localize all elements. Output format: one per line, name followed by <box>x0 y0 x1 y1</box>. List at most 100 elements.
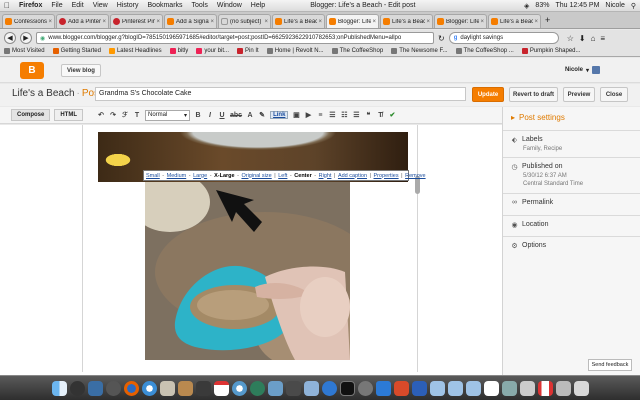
spotlight-icon[interactable]: ⚲ <box>631 2 636 10</box>
powerpoint-icon[interactable] <box>393 380 409 396</box>
apple-icon[interactable]:  <box>4 1 10 10</box>
link-button[interactable]: Link <box>270 111 289 119</box>
labels-section[interactable]: ⬖ Labels Family, Recipe <box>503 130 640 158</box>
close-icon[interactable]: × <box>534 19 538 25</box>
bookmark-item[interactable]: Pumpkin Shaped... <box>521 48 581 54</box>
new-tab-icon[interactable]: + <box>545 15 550 25</box>
numbered-list-icon[interactable]: ☷ <box>340 111 348 119</box>
imovie-icon[interactable] <box>195 380 211 396</box>
menu-tools[interactable]: Tools <box>192 2 208 9</box>
document-icon[interactable] <box>483 380 499 396</box>
options-section[interactable]: ⚙ Options <box>503 236 640 254</box>
browser-tab[interactable]: Confessions of...× <box>2 14 55 28</box>
close-icon[interactable]: × <box>480 19 484 25</box>
browser-tab[interactable]: Add a Pinterest...× <box>56 14 109 28</box>
revert-to-draft-button[interactable]: Revert to draft <box>509 87 558 102</box>
menu-file[interactable]: File <box>51 2 62 9</box>
account-menu[interactable]: Nicole ▾ <box>565 66 600 74</box>
menu-history[interactable]: History <box>117 2 139 9</box>
html-mode-button[interactable]: HTML <box>54 109 84 121</box>
menubar-user[interactable]: Nicole <box>605 2 624 9</box>
contacts-icon[interactable] <box>177 380 193 396</box>
post-title-input[interactable]: Grandma S's Chocolate Cake <box>95 87 466 101</box>
italic-icon[interactable]: I <box>206 112 214 119</box>
font-family-icon[interactable]: ℱ <box>121 111 129 119</box>
system-preferences-icon[interactable] <box>357 380 373 396</box>
mission-control-icon[interactable] <box>87 380 103 396</box>
editor-scrollbar[interactable] <box>415 176 420 194</box>
avatar[interactable] <box>592 66 600 74</box>
preview-button[interactable]: Preview <box>563 87 595 102</box>
bookmark-item[interactable]: your bit... <box>196 48 229 54</box>
trash-icon[interactable] <box>573 380 589 396</box>
close-icon[interactable]: × <box>372 19 376 25</box>
bookmark-item[interactable]: bitly <box>169 48 188 54</box>
send-feedback-button[interactable]: Send feedback <box>588 359 632 371</box>
clock[interactable]: Thu 12:45 PM <box>555 2 599 9</box>
insert-image-icon[interactable]: ▣ <box>292 111 300 119</box>
insert-jump-break-icon[interactable]: ≡ <box>316 112 324 119</box>
stack-icon[interactable] <box>519 380 535 396</box>
close-icon[interactable]: × <box>48 19 52 25</box>
insert-video-icon[interactable]: ▶ <box>304 111 312 119</box>
folder-icon[interactable] <box>429 380 445 396</box>
close-icon[interactable]: × <box>318 19 322 25</box>
redo-icon[interactable]: ↷ <box>109 111 117 119</box>
menu-icon[interactable]: ≡ <box>600 34 605 43</box>
close-icon[interactable]: × <box>210 19 214 25</box>
browser-tab[interactable]: Life's a Beach: ...× <box>488 14 541 28</box>
browser-tab[interactable]: (no subject) - t...× <box>218 14 271 28</box>
post-settings-header[interactable]: ▸ Post settings <box>511 113 565 122</box>
text-color-icon[interactable]: A <box>246 112 254 119</box>
size-large-link[interactable]: Large <box>193 173 207 179</box>
download-icon[interactable]: ⬇ <box>579 34 586 43</box>
bookmark-item[interactable]: The Newsome F... <box>391 48 448 54</box>
permalink-section[interactable]: ∞ Permalink <box>503 193 640 211</box>
browser-tab-active[interactable]: Blogger: Life's ...× <box>326 14 379 28</box>
forward-icon[interactable]: ▶ <box>20 32 32 44</box>
bookmark-item[interactable]: Latest Headlines <box>108 48 162 54</box>
close-icon[interactable]: × <box>264 19 268 25</box>
underline-icon[interactable]: U <box>218 112 226 119</box>
browser-tab[interactable]: Add a Signatur...× <box>164 14 217 28</box>
bookmark-item[interactable]: Getting Started <box>52 48 101 54</box>
size-small-link[interactable]: Small <box>146 173 160 179</box>
update-button[interactable]: Update <box>472 87 504 102</box>
align-right-link[interactable]: Right <box>319 173 332 179</box>
menu-bookmarks[interactable]: Bookmarks <box>148 2 183 9</box>
blogger-logo-icon[interactable]: B <box>20 62 44 79</box>
quote-icon[interactable]: ❝ <box>364 111 372 119</box>
align-icon[interactable]: ☰ <box>328 111 336 119</box>
browser-tab[interactable]: Life's a Beach× <box>380 14 433 28</box>
iphoto-icon[interactable] <box>267 380 283 396</box>
highlight-icon[interactable]: ✎ <box>258 111 266 119</box>
menu-edit[interactable]: Edit <box>72 2 84 9</box>
itunes-icon[interactable] <box>231 380 247 396</box>
strikethrough-icon[interactable]: abc <box>230 112 242 119</box>
bookmark-item[interactable]: The CoffeeShop ... <box>455 48 514 54</box>
bullet-list-icon[interactable]: ☰ <box>352 111 360 119</box>
battery-indicator[interactable]: 83% <box>535 2 549 9</box>
compose-mode-button[interactable]: Compose <box>11 109 51 121</box>
time-machine-icon[interactable] <box>249 380 265 396</box>
close-icon[interactable]: × <box>102 19 106 25</box>
bookmark-item[interactable]: The CoffeeShop <box>331 48 383 54</box>
align-center-option[interactable]: Center <box>294 173 311 179</box>
menu-window[interactable]: Window <box>217 2 242 9</box>
app-menu[interactable]: Firefox <box>19 2 42 9</box>
folder-icon[interactable] <box>465 380 481 396</box>
safari-icon[interactable] <box>141 380 157 396</box>
remove-link[interactable]: Remove <box>405 173 425 179</box>
url-bar[interactable]: ◉ www.blogger.com/blogger.g?blogID=78515… <box>36 32 434 44</box>
bookmark-item[interactable]: Most Visited <box>4 48 45 54</box>
mail-icon[interactable] <box>159 380 175 396</box>
terminal-icon[interactable] <box>339 380 355 396</box>
size-medium-link[interactable]: Medium <box>167 173 187 179</box>
finder-icon[interactable] <box>51 380 67 396</box>
size-original-link[interactable]: Original size <box>241 173 271 179</box>
site-identity-icon[interactable]: ◉ <box>40 35 45 42</box>
bookmark-item[interactable]: Home | Revolt N... <box>266 48 324 54</box>
word-icon[interactable] <box>411 380 427 396</box>
canada-flag-icon[interactable] <box>537 380 553 396</box>
photoshop-elements-icon[interactable] <box>375 380 391 396</box>
